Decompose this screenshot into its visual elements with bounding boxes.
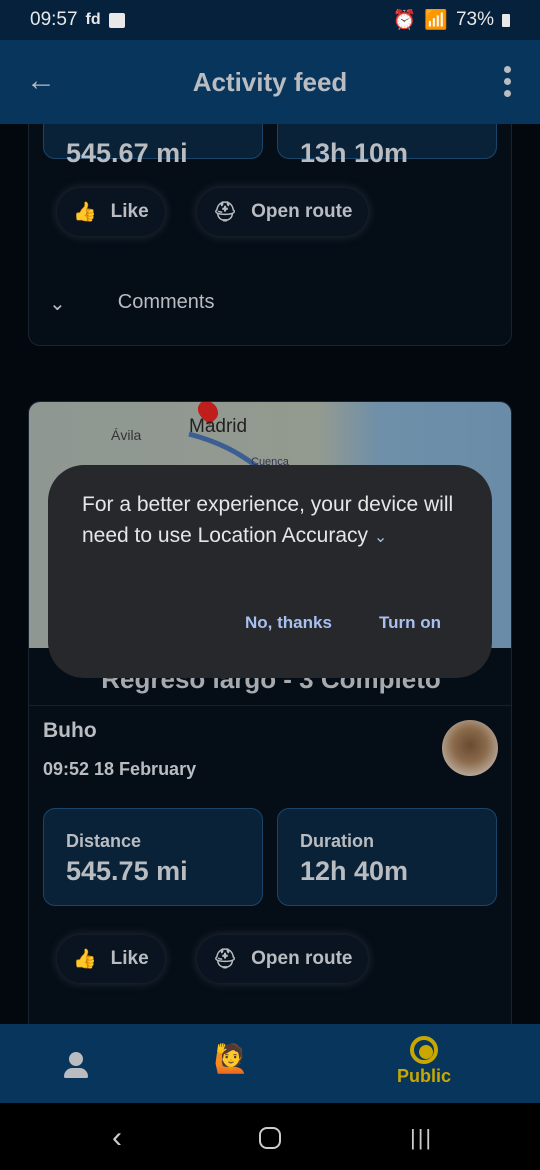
comments-toggle[interactable]: ⌄ Comments [49, 291, 214, 316]
system-recents-icon[interactable]: ||| [410, 1125, 433, 1151]
thumbs-up-icon: 👍 [73, 202, 97, 223]
system-home-icon[interactable] [259, 1127, 281, 1149]
nav-item-activity[interactable]: 🙋 [205, 1042, 257, 1086]
like-button[interactable]: 👍 Like [57, 188, 165, 236]
map-label: Madrid [189, 416, 248, 437]
helmet-icon: ⛑ [213, 949, 238, 970]
chevron-down-icon[interactable]: ⌄ [374, 529, 387, 546]
bottom-nav: 🙋 Public [0, 1024, 540, 1103]
distance-box: Distance 545.75 mi [43, 808, 263, 906]
globe-icon [410, 1036, 438, 1064]
map-label: Ávila [111, 427, 142, 443]
system-back-icon[interactable]: ‹ [112, 1121, 122, 1155]
walking-person-icon: 🙋 [213, 1043, 249, 1074]
open-route-button[interactable]: ⛑ Open route [197, 935, 369, 983]
app-bar: ← Activity feed [0, 40, 540, 124]
more-vert-icon[interactable] [504, 66, 512, 97]
activity-datetime: 09:52 18 February [43, 759, 197, 779]
nav-label-public: Public [396, 1066, 451, 1086]
no-thanks-button[interactable]: No, thanks [245, 613, 332, 633]
thumbs-up-icon: 👍 [73, 949, 97, 970]
chevron-down-icon: ⌄ [49, 293, 66, 315]
page-title: Activity feed [192, 66, 348, 97]
avatar[interactable] [442, 720, 498, 776]
location-accuracy-dialog: For a better experience, your device wil… [48, 465, 492, 678]
person-icon [69, 1052, 83, 1066]
user-name[interactable]: Buho [43, 719, 97, 743]
turn-on-button[interactable]: Turn on [379, 613, 441, 633]
back-arrow-icon[interactable]: ← [26, 64, 56, 98]
helmet-icon: ⛑ [213, 202, 238, 223]
like-button[interactable]: 👍 Like [57, 935, 165, 983]
duration-box: Duration 12h 40m [277, 808, 497, 906]
nav-item-profile[interactable] [48, 1044, 104, 1084]
dialog-message: For a better experience, your device wil… [82, 493, 454, 547]
system-nav-bar: ‹ ||| [0, 1103, 540, 1170]
nav-item-public[interactable]: Public [384, 1036, 464, 1087]
open-route-button[interactable]: ⛑ Open route [197, 188, 369, 236]
